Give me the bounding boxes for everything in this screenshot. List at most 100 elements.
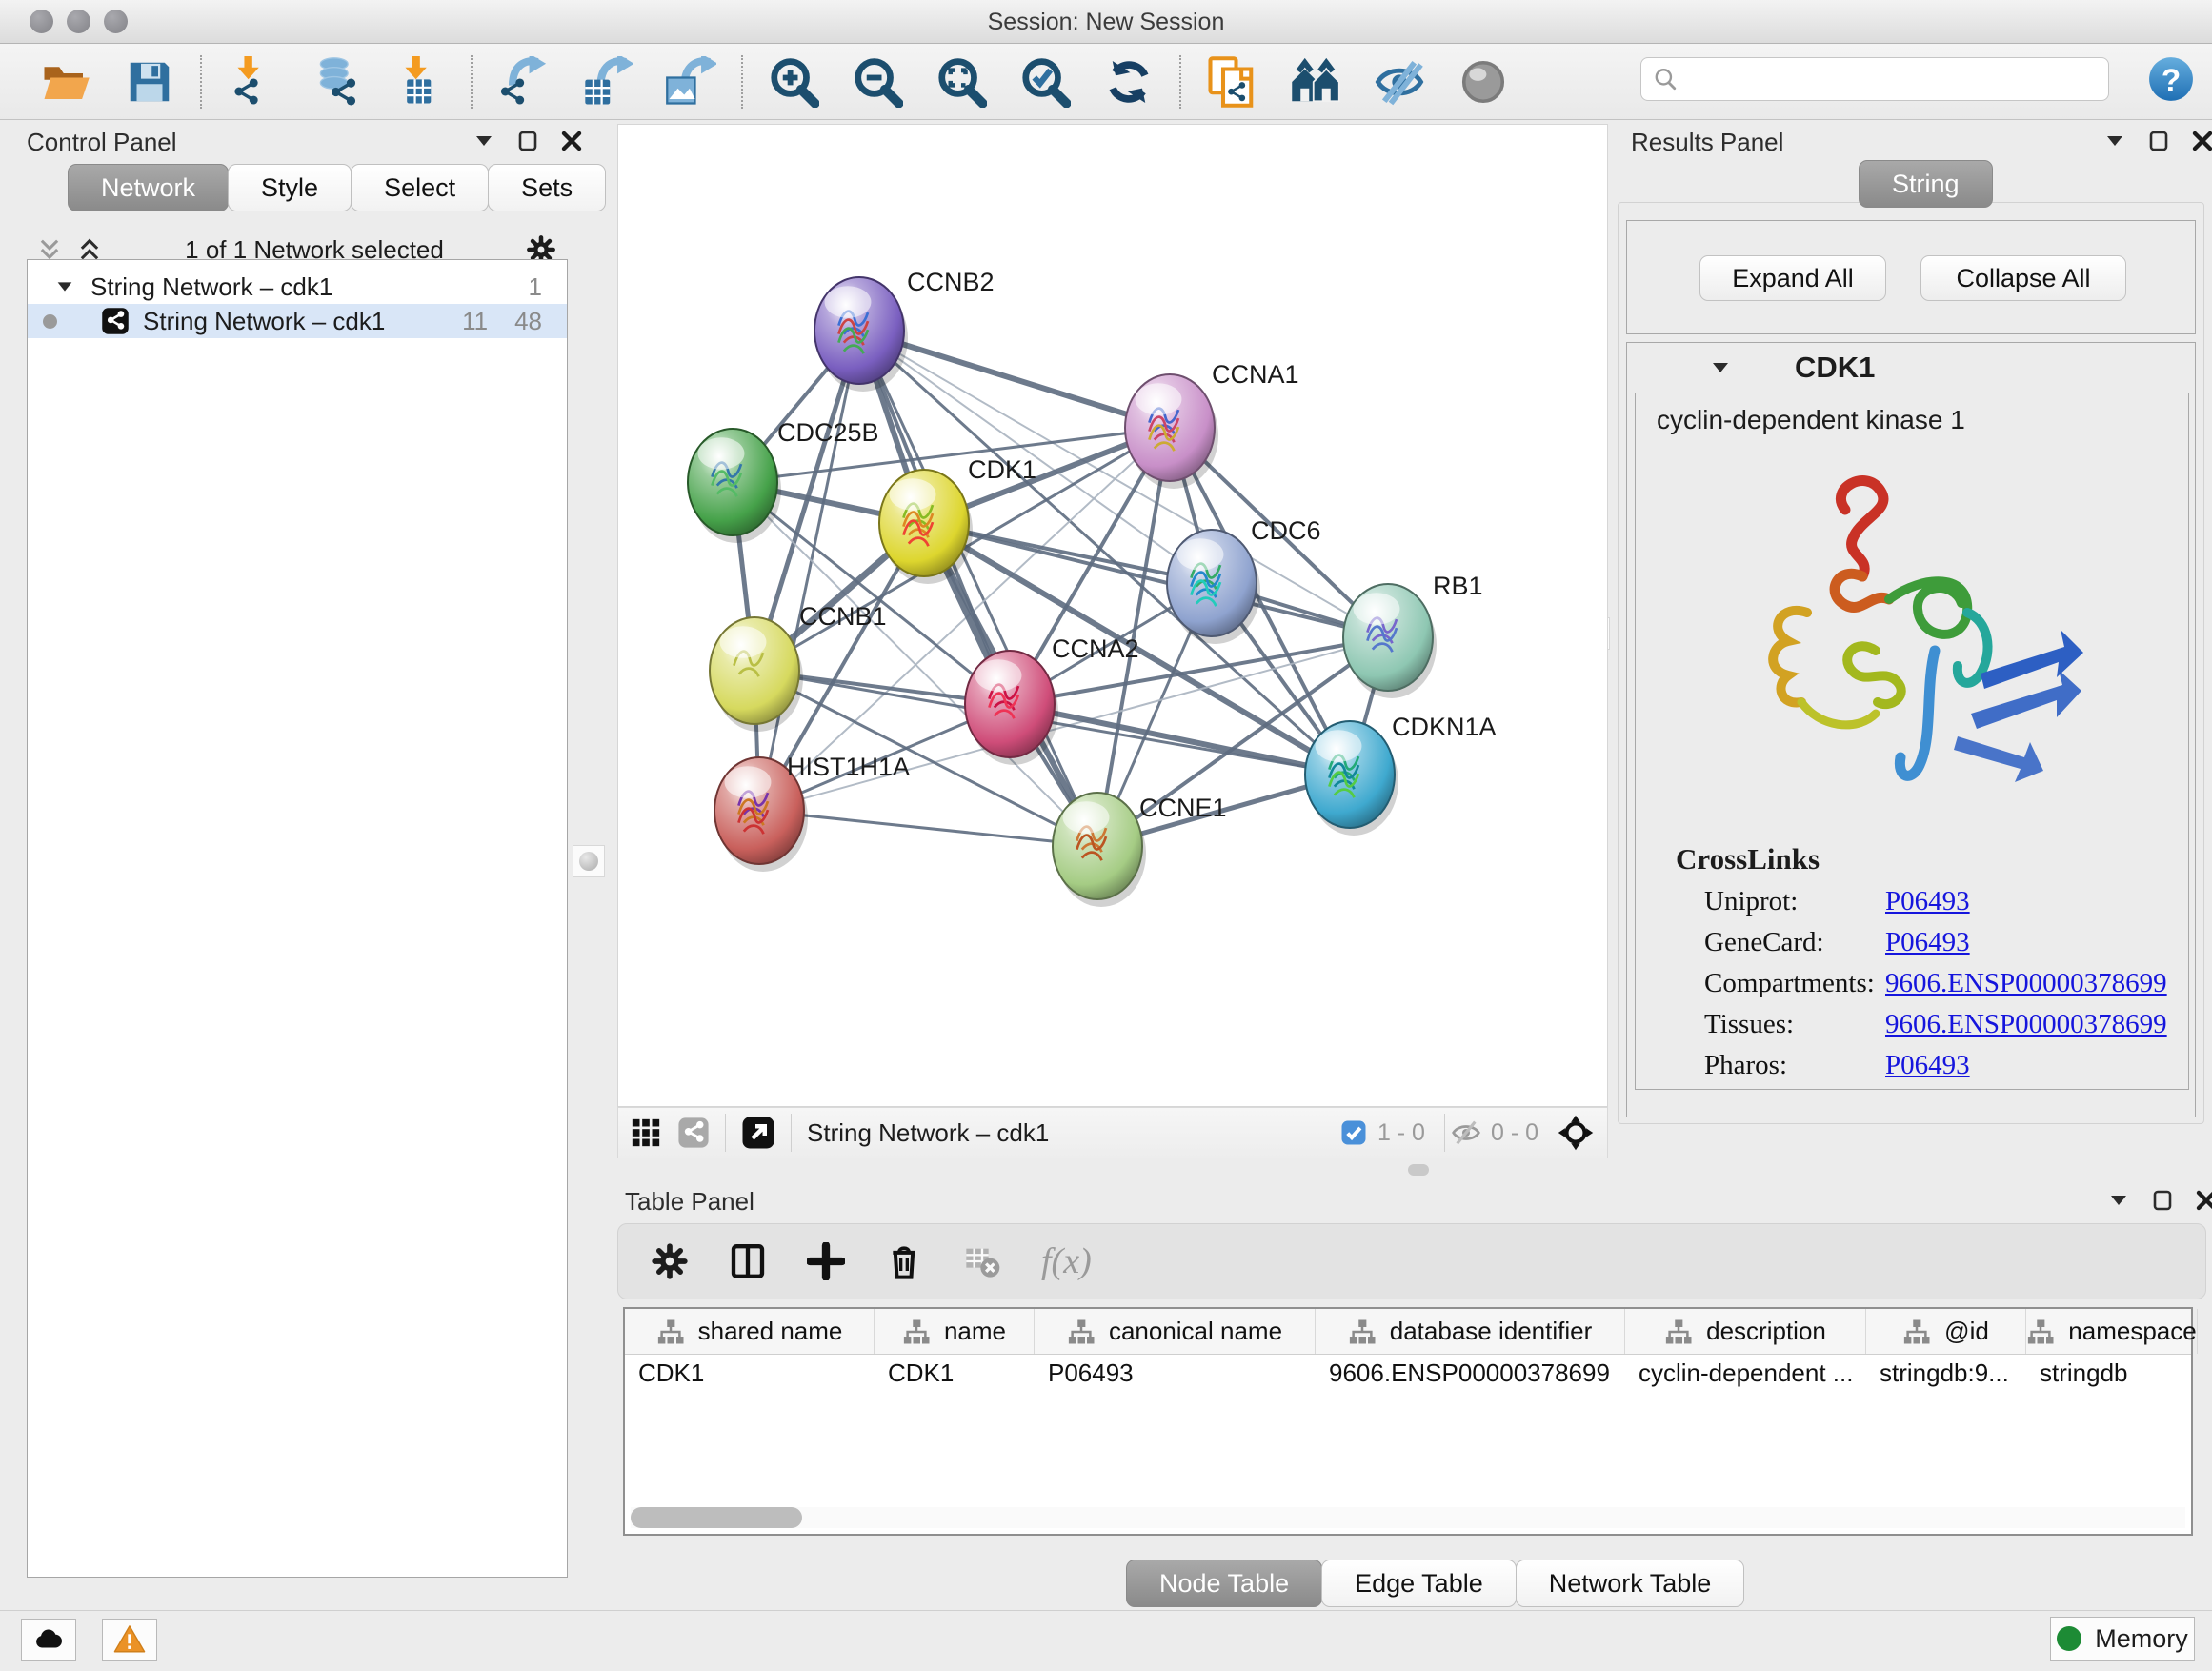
hidden-eye-icon[interactable]	[1451, 1117, 1481, 1148]
help-button[interactable]	[2147, 55, 2195, 103]
node-CDC25B[interactable]	[688, 429, 781, 543]
table-horizontal-scrollbar[interactable]	[631, 1507, 2185, 1528]
column-header-database-identifier[interactable]: database identifier	[1316, 1309, 1625, 1354]
column-header-description[interactable]: description	[1625, 1309, 1866, 1354]
selected-checkbox-icon[interactable]	[1339, 1118, 1368, 1147]
show-graphics-details-button[interactable]	[1456, 54, 1511, 110]
node-CCNB1[interactable]	[710, 617, 803, 732]
table-cell[interactable]: P06493	[1035, 1355, 1316, 1391]
show-columns-icon[interactable]	[729, 1242, 767, 1280]
column-header-shared-name[interactable]: shared name	[625, 1309, 875, 1354]
add-column-icon[interactable]	[807, 1242, 845, 1280]
edge-CCNE1-HIST1H1A[interactable]	[759, 811, 1097, 846]
column-header-name[interactable]: name	[875, 1309, 1035, 1354]
tab-string[interactable]: String	[1859, 160, 1993, 208]
column-header-namespace[interactable]: namespace	[2026, 1309, 2198, 1354]
node-CDK1[interactable]	[879, 470, 973, 584]
zoom-out-button[interactable]	[850, 54, 905, 110]
entry-collapse-icon[interactable]	[1709, 356, 1732, 379]
node-CDKN1A[interactable]	[1305, 721, 1398, 836]
grid-view-icon[interactable]	[630, 1117, 662, 1149]
table-cell[interactable]: 9606.ENSP00000378699	[1316, 1355, 1625, 1391]
detach-view-icon[interactable]	[741, 1116, 775, 1150]
tab-select[interactable]: Select	[351, 164, 489, 211]
tab-node-table[interactable]: Node Table	[1126, 1560, 1322, 1607]
warnings-button[interactable]	[102, 1619, 157, 1661]
left-splitter-grip[interactable]	[573, 845, 605, 877]
clone-network-button[interactable]	[1204, 54, 1259, 110]
zoom-in-button[interactable]	[766, 54, 821, 110]
zoom-selected-button[interactable]	[1017, 54, 1073, 110]
panel-menu-icon[interactable]	[473, 130, 495, 152]
column-header-canonical-name[interactable]: canonical name	[1035, 1309, 1316, 1354]
cloud-status-button[interactable]	[21, 1619, 76, 1661]
export-image-button[interactable]	[663, 54, 718, 110]
network-tree-root-row[interactable]: String Network – cdk1 1	[28, 270, 567, 304]
crosslink-link[interactable]: P06493	[1885, 1050, 1970, 1081]
table-options-gear-icon[interactable]	[651, 1242, 689, 1280]
crosslink-row: Uniprot: P06493	[1704, 886, 2188, 917]
import-table-file-button[interactable]	[392, 54, 448, 110]
memory-label: Memory	[2095, 1624, 2188, 1654]
panel-close-icon[interactable]	[560, 130, 583, 152]
panel-float-icon[interactable]	[2147, 130, 2170, 152]
tab-style[interactable]: Style	[228, 164, 352, 211]
tab-network-table[interactable]: Network Table	[1516, 1560, 1745, 1607]
crosslink-link[interactable]: P06493	[1885, 927, 1970, 958]
delete-table-icon[interactable]	[963, 1242, 1001, 1280]
delete-column-icon[interactable]	[885, 1242, 923, 1280]
collapse-all-button[interactable]: Collapse All	[1920, 255, 2126, 301]
panel-close-icon[interactable]	[2195, 1189, 2212, 1212]
table-cell[interactable]: stringdb:9...	[1866, 1355, 2026, 1391]
crosslink-row: Compartments: 9606.ENSP00000378699	[1704, 968, 2188, 999]
memory-button[interactable]: Memory	[2050, 1617, 2195, 1661]
import-network-database-button[interactable]	[309, 54, 364, 110]
network-graph[interactable]: CCNB2CCNA1CDC25BCDK1CDC6RB1CCNB1CCNA2CDK…	[618, 125, 1607, 1106]
table-row[interactable]: CDK1CDK1P064939606.ENSP00000378699cyclin…	[625, 1355, 2191, 1391]
tab-edge-table[interactable]: Edge Table	[1321, 1560, 1517, 1607]
panel-menu-icon[interactable]	[2103, 130, 2126, 152]
scrollbar-thumb[interactable]	[631, 1507, 802, 1528]
hide-selected-button[interactable]	[1372, 54, 1427, 110]
open-session-button[interactable]	[38, 54, 93, 110]
node-CCNA2[interactable]	[965, 651, 1058, 765]
panel-float-icon[interactable]	[2151, 1189, 2174, 1212]
network-tree-child-row[interactable]: String Network – cdk1 11 48	[28, 304, 567, 338]
panel-close-icon[interactable]	[2191, 130, 2212, 152]
table-cell[interactable]: CDK1	[625, 1355, 875, 1391]
refresh-view-button[interactable]	[1101, 54, 1156, 110]
tree-expand-icon[interactable]	[54, 276, 75, 297]
column-header--id[interactable]: @id	[1866, 1309, 2026, 1354]
export-network-button[interactable]	[495, 54, 551, 110]
panel-menu-icon[interactable]	[2107, 1189, 2130, 1212]
node-CDC6[interactable]	[1167, 530, 1260, 644]
node-entry-header[interactable]: CDK1	[1627, 343, 2195, 393]
tab-sets[interactable]: Sets	[488, 164, 606, 211]
zoom-fit-button[interactable]	[934, 54, 989, 110]
function-builder-icon[interactable]: f(x)	[1041, 1240, 1092, 1282]
network-view-icon[interactable]	[677, 1117, 710, 1149]
node-CCNB2[interactable]	[814, 277, 908, 392]
crosslink-link[interactable]: 9606.ENSP00000378699	[1885, 1009, 2167, 1040]
network-canvas[interactable]: CCNB2CCNA1CDC25BCDK1CDC6RB1CCNB1CCNA2CDK…	[617, 124, 1608, 1107]
table-cell[interactable]: CDK1	[875, 1355, 1035, 1391]
import-network-file-button[interactable]	[225, 54, 280, 110]
save-session-button[interactable]	[122, 54, 177, 110]
export-table-button[interactable]	[579, 54, 634, 110]
node-CCNE1[interactable]	[1053, 793, 1146, 907]
birdseye-icon[interactable]	[1558, 1115, 1594, 1151]
table-cell[interactable]: stringdb	[2026, 1355, 2198, 1391]
panel-float-icon[interactable]	[516, 130, 539, 152]
node-CCNA1[interactable]	[1125, 374, 1218, 489]
tab-network[interactable]: Network	[68, 164, 229, 211]
search-input[interactable]	[1640, 57, 2109, 101]
crosslink-link[interactable]: 9606.ENSP00000378699	[1885, 968, 2167, 999]
search-icon	[1653, 67, 1678, 91]
expand-all-button[interactable]: Expand All	[1699, 255, 1886, 301]
node-RB1[interactable]	[1343, 584, 1437, 698]
bottom-splitter-grip[interactable]	[1408, 1164, 1429, 1176]
crosslink-link[interactable]: P06493	[1885, 886, 1970, 917]
first-neighbors-button[interactable]	[1288, 54, 1343, 110]
crosslink-row: GeneCard: P06493	[1704, 927, 2188, 958]
table-cell[interactable]: cyclin-dependent ...	[1625, 1355, 1866, 1391]
